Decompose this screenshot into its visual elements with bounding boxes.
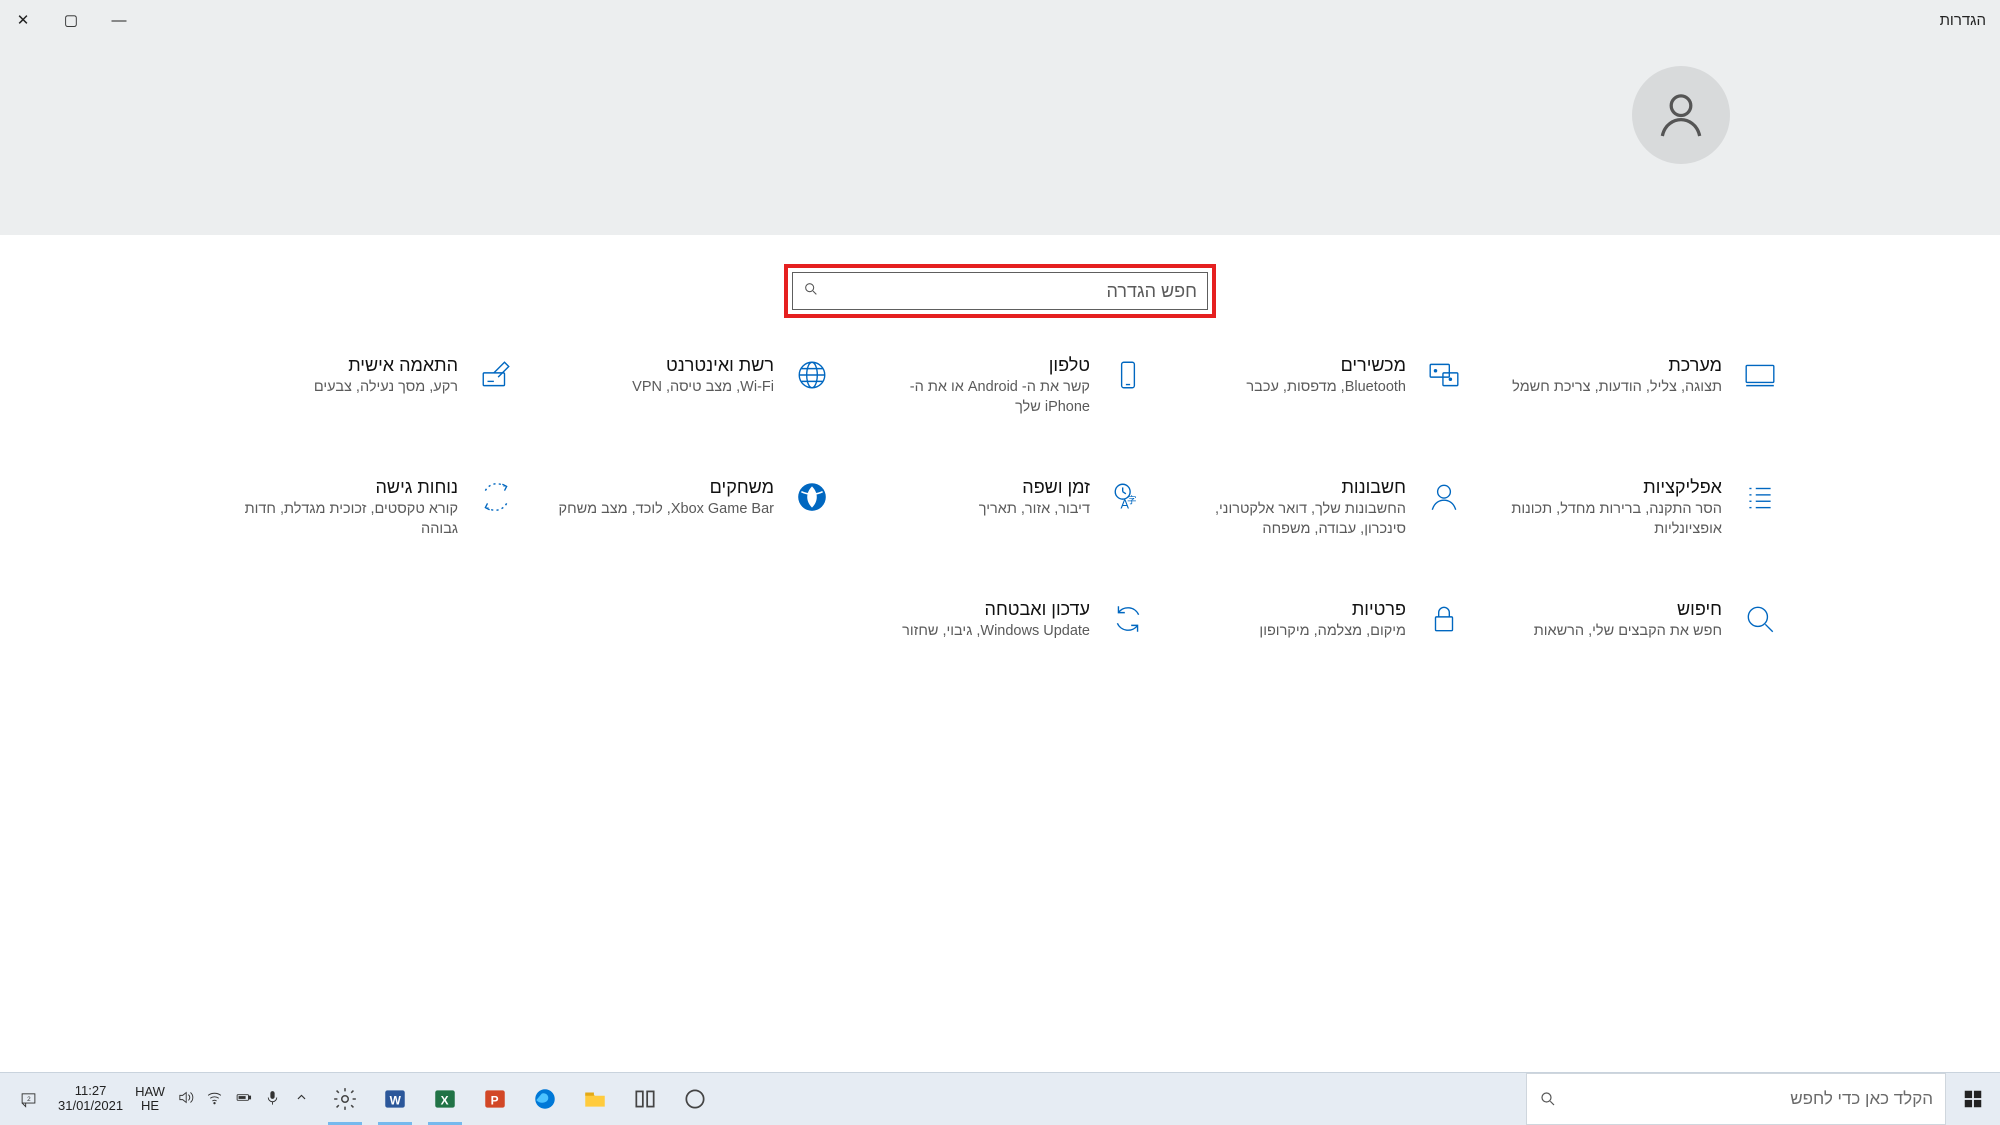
category-accounts[interactable]: חשבונותהחשבונות שלך, דואר אלקטרוני, סינכ… <box>1168 477 1464 539</box>
category-network[interactable]: רשת ואינטרנטWi-Fi, מצב טיסה, VPN <box>536 355 832 417</box>
category-title: פרטיות <box>1259 599 1406 620</box>
category-desc: Wi-Fi, מצב טיסה, VPN <box>632 378 774 398</box>
taskbar-clock[interactable]: 11:27 31/01/2021 <box>58 1084 123 1114</box>
window-controls: ― ▢ ✕ <box>14 11 128 29</box>
start-button[interactable] <box>1946 1073 2000 1125</box>
category-title: חיפוש <box>1534 599 1722 620</box>
close-button[interactable]: ✕ <box>14 11 32 29</box>
category-desc: הסר התקנה, ברירות מחדל, תכונות אופציונלי… <box>1502 500 1722 539</box>
lock-icon <box>1424 599 1464 639</box>
taskbar-settings-button[interactable] <box>320 1073 370 1125</box>
phone-icon <box>1108 355 1148 395</box>
search-icon <box>1740 599 1780 639</box>
taskbar-search[interactable] <box>1526 1073 1946 1125</box>
taskbar-apps: W X P <box>320 1073 720 1125</box>
category-title: נוחות גישה <box>238 477 458 498</box>
category-system[interactable]: מערכתתצוגה, צליל, הודעות, צריכת חשמל <box>1484 355 1780 417</box>
taskbar-excel-button[interactable]: X <box>420 1073 470 1125</box>
category-desc: תצוגה, צליל, הודעות, צריכת חשמל <box>1512 378 1722 398</box>
category-privacy[interactable]: פרטיותמיקום, מצלמה, מיקרופון <box>1168 599 1464 642</box>
category-title: זמן ושפה <box>979 477 1090 498</box>
minimize-button[interactable]: ― <box>110 12 128 29</box>
tray-chevron-icon[interactable] <box>293 1089 310 1109</box>
category-desc: רקע, מסך נעילה, צבעים <box>314 378 458 398</box>
category-desc: Bluetooth, מדפסות, עכבר <box>1246 378 1406 398</box>
search-icon <box>1539 1090 1557 1108</box>
microphone-icon[interactable] <box>264 1089 281 1109</box>
category-desc: החשבונות שלך, דואר אלקטרוני, סינכרון, עב… <box>1186 500 1406 539</box>
window-title: הגדרות <box>1940 12 1986 29</box>
settings-categories-grid: מערכתתצוגה, צליל, הודעות, צריכת חשמל מכש… <box>220 355 1780 642</box>
header-band <box>0 40 2000 235</box>
category-title: עדכון ואבטחה <box>902 599 1090 620</box>
update-icon <box>1108 599 1148 639</box>
category-desc: קורא טקסטים, זכוכית מגדלת, חדות גבוהה <box>238 500 458 539</box>
category-desc: חפש את הקבצים שלי, הרשאות <box>1534 622 1722 642</box>
svg-text:字: 字 <box>1127 495 1137 507</box>
category-time-language[interactable]: A字 זמן ושפהדיבור, אזור, תאריך <box>852 477 1148 539</box>
category-search[interactable]: חיפושחפש את הקבצים שלי, הרשאות <box>1484 599 1780 642</box>
category-desc: דיבור, אזור, תאריך <box>979 500 1090 520</box>
taskbar-word-button[interactable]: W <box>370 1073 420 1125</box>
category-personalization[interactable]: התאמה אישיתרקע, מסך נעילה, צבעים <box>220 355 516 417</box>
language-indicator[interactable]: HAW HE <box>135 1085 165 1114</box>
category-title: מערכת <box>1512 355 1722 376</box>
category-title: משחקים <box>559 477 774 498</box>
wifi-icon[interactable] <box>206 1089 223 1109</box>
user-avatar[interactable] <box>1632 66 1730 164</box>
category-title: אפליקציות <box>1502 477 1722 498</box>
taskbar-taskview-button[interactable] <box>620 1073 670 1125</box>
svg-text:P: P <box>491 1093 499 1107</box>
system-tray: 2 11:27 31/01/2021 HAW HE <box>0 1073 320 1125</box>
category-apps[interactable]: אפליקציותהסר התקנה, ברירות מחדל, תכונות … <box>1484 477 1780 539</box>
battery-icon[interactable] <box>235 1089 252 1109</box>
taskbar-edge-button[interactable] <box>520 1073 570 1125</box>
category-title: טלפון <box>870 355 1090 376</box>
maximize-button[interactable]: ▢ <box>62 11 80 29</box>
titlebar: הגדרות ― ▢ ✕ <box>0 0 2000 40</box>
category-ease-of-access[interactable]: נוחות גישהקורא טקסטים, זכוכית מגדלת, חדו… <box>220 477 516 539</box>
globe-icon <box>792 355 832 395</box>
taskbar-time: 11:27 <box>75 1084 107 1099</box>
category-desc: קשר את ה- Android או את ה- iPhone שלך <box>870 378 1090 417</box>
taskbar-explorer-button[interactable] <box>570 1073 620 1125</box>
settings-search[interactable] <box>792 272 1208 310</box>
svg-text:2: 2 <box>27 1095 31 1102</box>
category-gaming[interactable]: משחקיםXbox Game Bar, לוכד, מצב משחק <box>536 477 832 539</box>
settings-search-input[interactable] <box>819 281 1197 302</box>
category-title: מכשירים <box>1246 355 1406 376</box>
category-desc: Windows Update, גיבוי, שחזור <box>902 622 1090 642</box>
category-desc: Xbox Game Bar, לוכד, מצב משחק <box>559 500 774 520</box>
taskbar-powerpoint-button[interactable]: P <box>470 1073 520 1125</box>
category-update-security[interactable]: עדכון ואבטחהWindows Update, גיבוי, שחזור <box>852 599 1148 642</box>
category-title: רשת ואינטרנט <box>632 355 774 376</box>
category-phone[interactable]: טלפוןקשר את ה- Android או את ה- iPhone ש… <box>852 355 1148 417</box>
accessibility-icon <box>476 477 516 517</box>
time-language-icon: A字 <box>1108 477 1148 517</box>
highlight-box <box>784 264 1216 318</box>
taskbar-search-input[interactable] <box>1557 1089 1933 1109</box>
gaming-icon <box>792 477 832 517</box>
search-icon <box>803 281 819 302</box>
category-devices[interactable]: מכשיריםBluetooth, מדפסות, עכבר <box>1168 355 1464 417</box>
settings-search-highlight <box>784 264 1216 318</box>
taskbar-cortana-button[interactable] <box>670 1073 720 1125</box>
account-icon <box>1424 477 1464 517</box>
volume-icon[interactable] <box>177 1089 194 1109</box>
category-title: התאמה אישית <box>314 355 458 376</box>
taskbar-date: 31/01/2021 <box>58 1099 123 1114</box>
devices-icon <box>1424 355 1464 395</box>
svg-text:X: X <box>441 1093 449 1107</box>
action-center-button[interactable]: 2 <box>10 1091 46 1108</box>
person-icon <box>1653 87 1709 143</box>
category-desc: מיקום, מצלמה, מיקרופון <box>1259 622 1406 642</box>
category-title: חשבונות <box>1186 477 1406 498</box>
display-icon <box>1740 355 1780 395</box>
apps-icon <box>1740 477 1780 517</box>
svg-text:W: W <box>390 1093 402 1107</box>
paint-icon <box>476 355 516 395</box>
taskbar: 2 11:27 31/01/2021 HAW HE W X P <box>0 1072 2000 1125</box>
